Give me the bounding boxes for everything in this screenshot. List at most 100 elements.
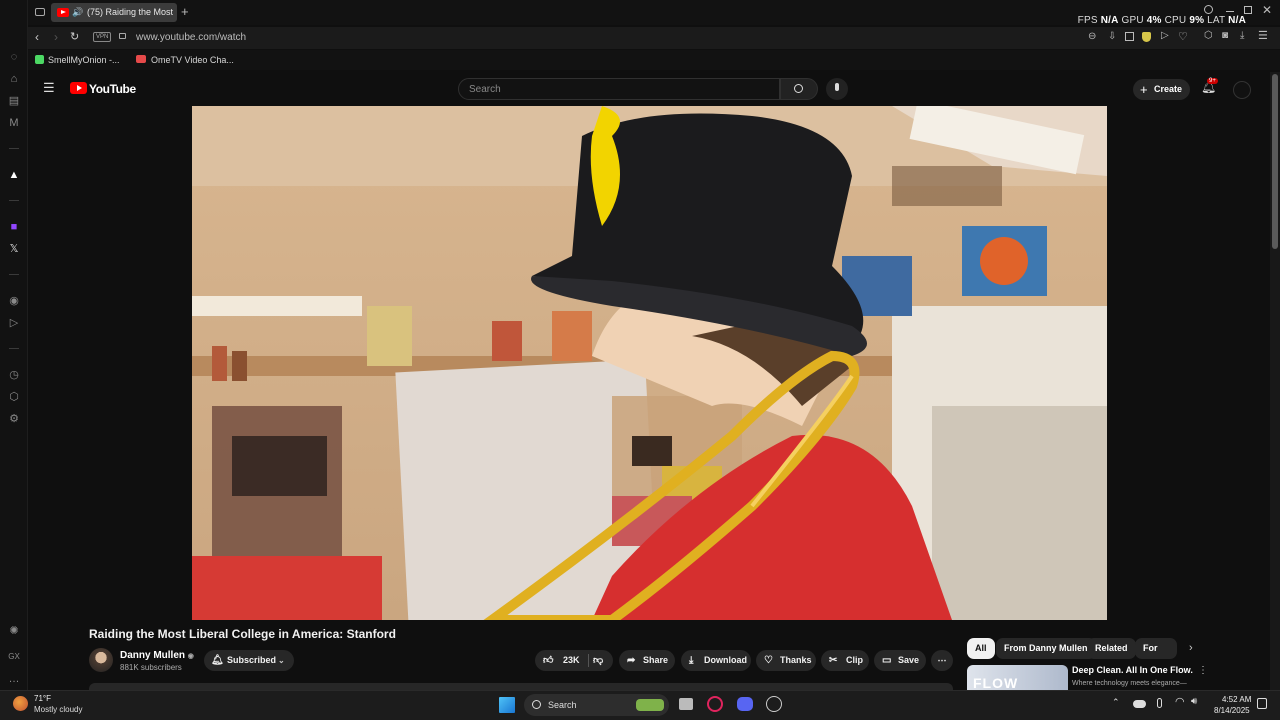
thanks-button[interactable]: ♡ Thanks (756, 650, 816, 671)
settings-icon[interactable]: ⚙ (7, 412, 21, 426)
pin-icon[interactable]: ⇩ (1108, 31, 1116, 42)
weather-icon[interactable] (13, 696, 28, 711)
video-player[interactable] (192, 106, 1107, 620)
clip-button[interactable]: ✂ Clip (821, 650, 869, 671)
maximize-button[interactable] (1244, 6, 1252, 14)
chip-for-you[interactable]: For you (1135, 638, 1177, 659)
rec-thumbnail[interactable]: FLOW (967, 665, 1068, 690)
tab-manager-icon[interactable] (35, 8, 45, 16)
speaker-icon[interactable]: 🔊 (72, 3, 83, 22)
mail-icon[interactable]: M (7, 116, 21, 130)
bookmark-ometv[interactable]: OmeTV Video Cha... (151, 55, 234, 65)
tray-chevron-up-icon[interactable]: ⌃ (1112, 697, 1120, 708)
wifi-icon[interactable]: ◠ (1175, 695, 1185, 708)
rec-title[interactable]: Deep Clean. All In One Flow. (1072, 665, 1193, 675)
subscribed-button[interactable]: 🔔︎ Subscribed ⌄ (204, 650, 294, 671)
more-icon[interactable]: … (7, 672, 21, 686)
search-button[interactable] (780, 78, 818, 100)
start-button-icon[interactable] (499, 697, 515, 713)
gx-sidebar: ◌ ⌂ ▤ M ▲ ■ 𝕏 ◉ ▷ ◷ ⬡ ⚙ ✺ GX … (0, 0, 28, 690)
discord-taskbar-icon[interactable] (737, 697, 753, 711)
task-view-icon[interactable] (679, 698, 693, 710)
chevron-right-icon[interactable]: › (1189, 642, 1193, 654)
wallet-icon[interactable]: ▤ (7, 94, 21, 108)
player-icon[interactable]: ◉ (7, 294, 21, 308)
heart-icon[interactable]: ♡ (1178, 30, 1188, 43)
create-button[interactable]: + Create (1133, 79, 1190, 100)
shield-icon[interactable] (1142, 32, 1151, 42)
minimize-button[interactable] (1226, 11, 1234, 12)
channel-name-text[interactable]: Danny Mullen (120, 650, 185, 661)
voice-search-button[interactable] (826, 78, 848, 100)
weather-temp[interactable]: 71°F (34, 694, 51, 703)
tab-youtube[interactable]: 🔊 (75) Raiding the Most (51, 3, 177, 22)
scrollbar-thumb[interactable] (1272, 74, 1278, 249)
thumbs-down-icon[interactable]: 👎︎ (593, 650, 603, 671)
youtube-logo-text[interactable]: YouTube (89, 82, 136, 96)
extensions-puzzle-icon[interactable]: ⬡ (1204, 30, 1213, 41)
bookmark-ometv-icon (136, 55, 146, 63)
hamburger-menu-icon[interactable]: ☰ (43, 80, 55, 96)
download-icon[interactable]: ⤓ (1240, 30, 1244, 41)
gx-control-icon[interactable]: ◌ (7, 50, 21, 64)
chevron-down-icon: ⌄ (278, 656, 285, 665)
bookmark-smellmyonion[interactable]: SmellMyOnion -... (48, 55, 120, 65)
twitch-icon[interactable]: ■ (7, 220, 21, 234)
clip-label: Clip (846, 655, 863, 665)
microphone-tray-icon[interactable] (1157, 698, 1162, 708)
chip-related[interactable]: Related (1087, 638, 1136, 659)
download-label: Download (704, 655, 747, 665)
more-actions-button[interactable]: ⋯ (931, 650, 953, 671)
chip-all[interactable]: All (967, 638, 995, 659)
bookmark-green-icon (35, 55, 44, 64)
gx-corner-icon[interactable]: ⌂ (7, 72, 21, 86)
x-twitter-icon[interactable]: 𝕏 (7, 242, 21, 256)
gx-label[interactable]: GX (7, 650, 21, 664)
share-button[interactable]: ➦ Share (619, 650, 675, 671)
taskbar-search[interactable]: Search (524, 694, 669, 716)
like-count: 23K (563, 655, 580, 665)
tab-title: (75) Raiding the Most (87, 7, 174, 17)
clock-time[interactable]: 4:52 AM (1222, 695, 1251, 704)
reload-button[interactable]: ↻ (70, 30, 79, 43)
lock-icon[interactable] (119, 33, 126, 39)
search-tabs-icon[interactable] (1204, 5, 1213, 14)
plus-icon: + (1140, 82, 1148, 97)
new-tab-button[interactable]: + (181, 4, 189, 19)
save-button[interactable]: ▭ Save (874, 650, 926, 671)
snapshot-icon[interactable] (1125, 32, 1134, 41)
history-icon[interactable]: ◷ (7, 368, 21, 382)
weather-condition[interactable]: Mostly cloudy (34, 705, 82, 714)
chip-from-danny-mullen[interactable]: From Danny Mullen (996, 638, 1096, 659)
clock-date[interactable]: 8/14/2025 (1214, 706, 1250, 715)
back-button[interactable]: ‹ (35, 30, 39, 44)
close-button[interactable]: ✕ (1262, 3, 1272, 17)
account-avatar[interactable] (1233, 81, 1251, 99)
channel-avatar[interactable] (89, 648, 113, 672)
onedrive-cloud-icon[interactable] (1133, 700, 1146, 708)
zoom-icon[interactable]: ⊖ (1088, 31, 1096, 42)
menu-icon[interactable]: ☰ (1258, 29, 1268, 42)
opera-gx-taskbar-icon[interactable] (707, 696, 723, 712)
url-field[interactable]: www.youtube.com/watch (136, 32, 246, 43)
channel-name[interactable]: Danny Mullen ◉ (120, 650, 194, 661)
rec-more-icon[interactable]: ⋮ (1198, 665, 1208, 676)
extensions-icon[interactable]: ⬡ (7, 390, 21, 404)
taskbar-search-icon (532, 700, 541, 709)
play-icon[interactable]: ▷ (1161, 30, 1169, 41)
volume-icon[interactable]: 🔊︎ (1191, 696, 1197, 707)
profile-icon[interactable]: ◙ (1222, 30, 1228, 41)
search-input[interactable]: Search (458, 78, 780, 100)
like-button[interactable]: 👍︎ 23K 👎︎ (535, 650, 613, 671)
forward-button[interactable]: › (54, 30, 58, 44)
gpu-label: GPU (1121, 15, 1144, 26)
taskbar-search-label: Search (548, 700, 577, 710)
vpn-badge[interactable]: VPN (93, 32, 112, 42)
steam-taskbar-icon[interactable] (766, 696, 782, 712)
search-icon (794, 84, 803, 93)
gx-mods-icon[interactable]: ✺ (7, 624, 21, 638)
send-icon[interactable]: ▷ (7, 316, 21, 330)
aria-icon[interactable]: ▲ (7, 168, 21, 182)
download-button[interactable]: ⤓ Download (681, 650, 751, 671)
notification-center-icon[interactable] (1257, 698, 1267, 709)
